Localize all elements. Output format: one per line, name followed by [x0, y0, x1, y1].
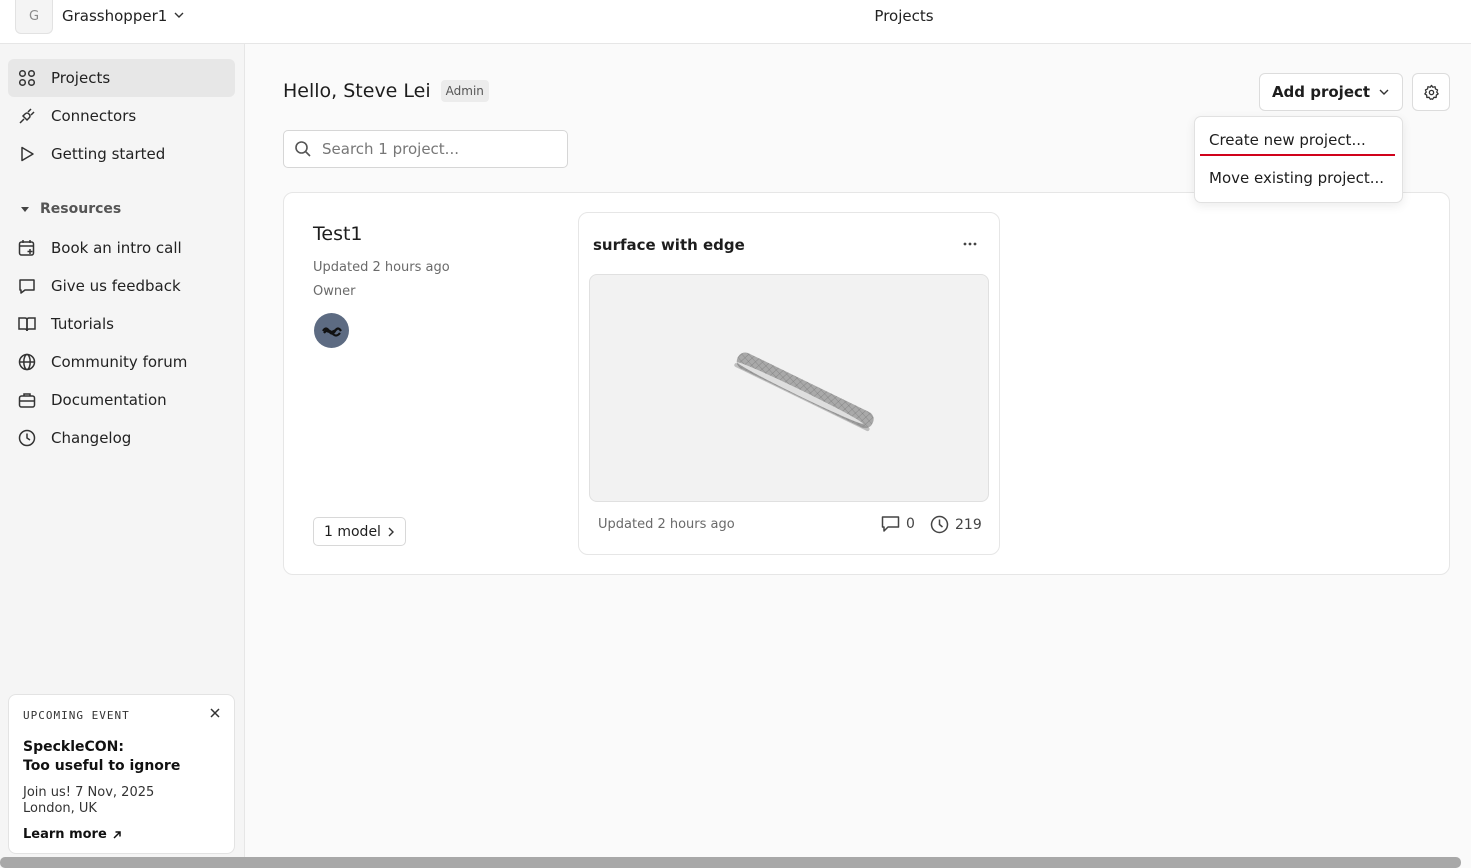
- sidebar-item-documentation[interactable]: Documentation: [8, 381, 235, 419]
- models-button-label: 1 model: [324, 523, 381, 540]
- horizontal-scrollbar[interactable]: [0, 857, 1461, 868]
- model-thumbnail: [734, 352, 874, 432]
- chevron-right-icon: [388, 527, 394, 536]
- sidebar-item-label: Projects: [51, 69, 111, 87]
- book-icon: [18, 315, 36, 333]
- sidebar-item-changelog[interactable]: Changelog: [8, 419, 235, 457]
- more-options-button[interactable]: [960, 236, 980, 252]
- greeting-text: Hello, Steve Lei: [283, 80, 431, 102]
- page-title: Projects: [874, 7, 934, 25]
- versions-value: 219: [955, 516, 982, 533]
- sidebar-item-label: Getting started: [51, 145, 166, 163]
- role-badge: Admin: [440, 80, 489, 102]
- avatar-scribble-icon: [321, 326, 342, 337]
- sidebar: Projects Connectors Getting started Reso…: [0, 44, 245, 868]
- sidebar-item-label: Tutorials: [51, 315, 114, 333]
- plug-icon: [18, 107, 36, 125]
- clock-icon: [18, 429, 36, 447]
- sidebar-item-feedback[interactable]: Give us feedback: [8, 267, 235, 305]
- sidebar-item-projects[interactable]: Projects: [8, 59, 235, 97]
- briefcase-icon: [18, 391, 36, 409]
- chevron-down-icon: [1379, 89, 1389, 95]
- sidebar-item-connectors[interactable]: Connectors: [8, 97, 235, 135]
- sidebar-item-label: Community forum: [51, 353, 188, 371]
- avatar[interactable]: [314, 313, 349, 348]
- globe-icon: [18, 353, 36, 371]
- models-button[interactable]: 1 model: [313, 517, 406, 546]
- ellipsis-icon: [963, 242, 977, 246]
- event-kicker: UPCOMING EVENT: [23, 709, 130, 722]
- move-existing-project-option[interactable]: Move existing project...: [1209, 169, 1384, 187]
- sidebar-item-label: Give us feedback: [51, 277, 181, 295]
- add-project-label: Add project: [1271, 83, 1371, 101]
- sidebar-item-label: Book an intro call: [51, 239, 182, 257]
- greeting: Hello, Steve Lei Admin: [283, 80, 489, 102]
- comment-icon: [881, 516, 900, 532]
- arrow-up-right-icon: [113, 830, 121, 839]
- project-role: Owner: [313, 284, 356, 299]
- learn-more-label: Learn more: [23, 827, 107, 842]
- comments-value: 0: [906, 516, 915, 532]
- close-icon[interactable]: [208, 706, 222, 720]
- event-title: SpeckleCON: Too useful to ignore: [23, 738, 220, 776]
- resources-section-toggle[interactable]: Resources: [20, 201, 121, 217]
- versions-count[interactable]: 219: [930, 515, 982, 534]
- highlight-underline: [1200, 154, 1395, 156]
- search-icon: [295, 141, 311, 157]
- sidebar-item-book-intro-call[interactable]: Book an intro call: [8, 229, 235, 267]
- create-new-project-option[interactable]: Create new project...: [1209, 131, 1366, 149]
- message-icon: [18, 277, 36, 295]
- project-updated: Updated 2 hours ago: [313, 260, 450, 275]
- add-project-button[interactable]: Add project: [1259, 73, 1403, 111]
- add-project-dropdown: Create new project... Move existing proj…: [1194, 116, 1403, 203]
- sidebar-item-tutorials[interactable]: Tutorials: [8, 305, 235, 343]
- sidebar-item-community-forum[interactable]: Community forum: [8, 343, 235, 381]
- sidebar-item-label: Changelog: [51, 429, 132, 447]
- event-date: Join us! 7 Nov, 2025: [23, 785, 155, 800]
- sidebar-item-getting-started[interactable]: Getting started: [8, 135, 235, 173]
- project-name[interactable]: Test1: [313, 223, 363, 245]
- settings-button[interactable]: [1412, 73, 1450, 111]
- upcoming-event-card: UPCOMING EVENT SpeckleCON: Too useful to…: [8, 694, 235, 854]
- play-icon: [18, 145, 36, 163]
- project-search[interactable]: [283, 130, 568, 168]
- model-name[interactable]: surface with edge: [593, 236, 745, 254]
- caret-down-icon: [21, 207, 29, 212]
- event-title-line: Too useful to ignore: [23, 758, 181, 774]
- sidebar-item-label: Documentation: [51, 391, 167, 409]
- sidebar-item-label: Connectors: [51, 107, 137, 125]
- resources-label: Resources: [40, 201, 122, 217]
- model-updated: Updated 2 hours ago: [598, 517, 735, 532]
- gear-icon: [1423, 84, 1439, 100]
- top-bar: G Grasshopper1 Projects: [0, 0, 1471, 44]
- comments-count[interactable]: 0: [881, 515, 915, 533]
- calendar-plus-icon: [18, 239, 36, 257]
- event-location: London, UK: [23, 801, 97, 816]
- learn-more-link[interactable]: Learn more: [23, 827, 122, 842]
- model-preview[interactable]: [589, 274, 989, 502]
- event-title-line: SpeckleCON:: [23, 739, 124, 755]
- history-icon: [930, 515, 949, 534]
- search-input[interactable]: [322, 140, 562, 158]
- event-description: Join us! 7 Nov, 2025 London, UK: [23, 785, 220, 817]
- grid-icon: [18, 69, 36, 87]
